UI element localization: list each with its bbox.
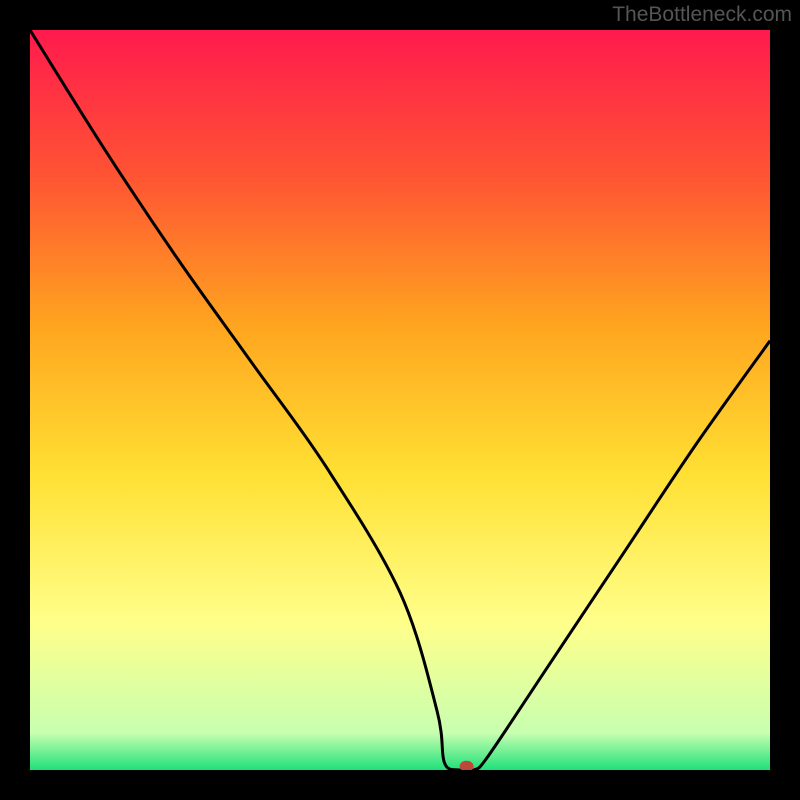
watermark-text: TheBottleneck.com	[612, 3, 792, 27]
chart-svg	[30, 30, 770, 770]
chart-container: TheBottleneck.com	[0, 0, 800, 800]
plot-area	[30, 30, 770, 770]
chart-background	[30, 30, 770, 770]
